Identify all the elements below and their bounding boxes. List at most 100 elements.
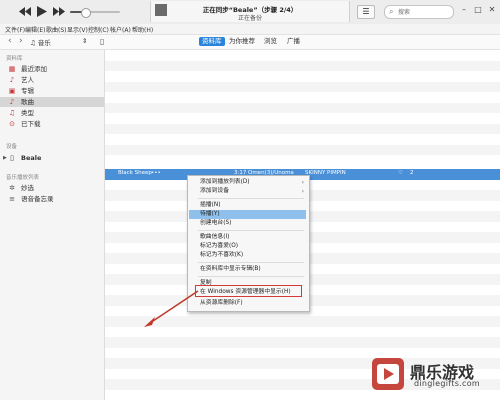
ctx-add-to-playlist[interactable]: 添加到播放列表(D) ›	[200, 178, 306, 187]
sidebar-item-label: 歌曲	[21, 98, 34, 106]
table-row[interactable]	[105, 81, 500, 92]
volume-knob[interactable]	[81, 8, 91, 18]
sidebar-item-device[interactable]: ▶ ▯ Beale	[0, 153, 104, 163]
sidebar-devices-header: 设备	[6, 144, 18, 150]
iphone-icon: ▯	[10, 154, 14, 162]
ctx-create-station[interactable]: 创建电台(S)	[200, 219, 306, 228]
list-view-button[interactable]: ☰	[357, 5, 375, 19]
minimize-icon[interactable]: –	[458, 4, 470, 16]
back-icon[interactable]: ‹	[8, 36, 12, 46]
table-row[interactable]	[105, 337, 500, 348]
table-row[interactable]	[105, 155, 500, 166]
sidebar-item-label: 专辑	[21, 87, 34, 95]
ctx-add-to-device[interactable]: 添加到设备 ›	[200, 187, 306, 196]
menu-edit[interactable]: 编辑(E)	[25, 25, 45, 34]
maximize-icon[interactable]: □	[472, 4, 484, 16]
sidebar-item-recently-added[interactable]: ▦ 最近添加	[0, 64, 104, 74]
annotation-arrow	[144, 290, 199, 327]
watermark-url: dinglegifts.com	[414, 379, 481, 388]
sidebar-item-songs[interactable]: ♪ 歌曲	[0, 97, 104, 107]
download-icon: ⊙	[9, 120, 15, 128]
sidebar-item-downloaded[interactable]: ⊙ 已下载	[0, 119, 104, 129]
sidebar-item-genres[interactable]: ♫ 类型	[0, 108, 104, 118]
media-source-select[interactable]: ♫ 音乐 ⇕	[30, 37, 94, 47]
sidebar-item-label: 语音备忘录	[21, 195, 54, 203]
search-input[interactable]	[398, 7, 450, 17]
sidebar-library-header: 资料库	[6, 56, 23, 62]
sidebar-item-label: Beale	[21, 154, 42, 162]
fast-forward-icon[interactable]	[52, 4, 66, 18]
disclosure-triangle-icon[interactable]: ▶	[3, 153, 7, 163]
ctx-show-album[interactable]: 在资料库中显示专辑(B)	[200, 265, 306, 274]
close-icon[interactable]: ✕	[486, 4, 498, 16]
device-icon[interactable]: ▯	[100, 37, 104, 46]
search-icon: ⌕	[389, 7, 394, 16]
play-icon[interactable]	[35, 4, 49, 18]
menu-help[interactable]: 帮助(H)	[132, 25, 153, 34]
volume-slider[interactable]	[70, 8, 120, 18]
sidebar-item-label: 类型	[21, 109, 34, 117]
menu-view[interactable]: 显示(V)	[67, 25, 88, 34]
recently-added-icon: ▦	[8, 65, 16, 73]
more-options-button[interactable]: •••	[151, 170, 161, 176]
ctx-item-label: 添加到设备	[200, 188, 229, 194]
menu-file[interactable]: 文件(F)	[5, 25, 25, 34]
tab-library[interactable]: 资料库	[199, 37, 225, 46]
ctx-love[interactable]: 标记为喜爱(O)	[200, 242, 306, 251]
artist-icon: ♪	[9, 76, 15, 84]
table-row[interactable]	[105, 134, 500, 145]
menu-divider	[198, 230, 304, 231]
menu-divider	[198, 198, 304, 199]
tab-radio[interactable]: 广播	[284, 37, 303, 46]
genius-icon: ✲	[9, 184, 15, 192]
ctx-item-label: 添加到播放列表(D)	[200, 179, 250, 185]
status-display: 正在同步“Beale”（步骤 2/4） 正在备份	[150, 1, 350, 22]
menu-bar: 文件(F) 编辑(E) 歌曲(S) 显示(V) 控制(C) 帐户(A) 帮助(H…	[0, 24, 500, 35]
table-row[interactable]	[105, 60, 500, 71]
album-icon: ▣	[8, 87, 16, 95]
table-row[interactable]	[105, 113, 500, 124]
menu-account[interactable]: 帐户(A)	[110, 25, 131, 34]
song-note-icon: ♪	[9, 98, 15, 106]
heart-icon[interactable]: ♡	[398, 170, 403, 176]
forward-icon[interactable]: ›	[19, 36, 23, 46]
sidebar-item-genius[interactable]: ✲ 妙选	[0, 183, 104, 193]
chevron-right-icon: ›	[301, 179, 304, 186]
search-box[interactable]: ⌕	[384, 5, 454, 19]
ctx-play-later[interactable]: 待播(Y)	[189, 210, 306, 219]
menu-divider	[198, 276, 304, 277]
table-row[interactable]	[105, 123, 500, 134]
table-row[interactable]	[105, 92, 500, 103]
ctx-delete-from-library[interactable]: 从资源库删除(F)	[200, 299, 306, 308]
chevron-right-icon: ›	[301, 188, 304, 195]
watermark: 鼎乐游戏 dinglegifts.com	[366, 350, 500, 398]
ctx-play-next[interactable]: 插播(N)	[200, 201, 306, 210]
rewind-icon[interactable]	[18, 4, 32, 18]
tab-browse[interactable]: 浏览	[261, 37, 280, 46]
song-title: Black Sheep	[118, 170, 152, 176]
ctx-dislike[interactable]: 标记为不喜欢(K)	[200, 251, 306, 260]
ctx-song-info[interactable]: 歌曲信息(I)	[200, 233, 306, 242]
sidebar-item-label: 最近添加	[21, 65, 47, 73]
sidebar-item-albums[interactable]: ▣ 专辑	[0, 86, 104, 96]
voice-memo-icon: ≡	[9, 195, 15, 203]
media-source-label: 音乐	[37, 39, 51, 47]
table-row[interactable]	[105, 102, 500, 113]
sidebar-item-artists[interactable]: ♪ 艺人	[0, 75, 104, 85]
menu-song[interactable]: 歌曲(S)	[46, 25, 67, 34]
genre-icon: ♫	[8, 109, 16, 117]
table-row[interactable]	[105, 50, 500, 61]
table-row[interactable]	[105, 71, 500, 82]
table-row[interactable]	[105, 144, 500, 155]
chevron-updown-icon: ⇕	[82, 37, 88, 45]
sidebar-item-label: 艺人	[21, 76, 34, 84]
sidebar-item-voice-memos[interactable]: ≡ 语音备忘录	[0, 194, 104, 204]
watermark-logo	[372, 358, 404, 390]
menu-divider	[198, 262, 304, 263]
menu-controls[interactable]: 控制(C)	[88, 25, 109, 34]
sync-status-subtitle: 正在备份	[237, 15, 262, 22]
tab-for-you[interactable]: 为你推荐	[226, 37, 258, 46]
annotation-highlight-box	[195, 285, 302, 297]
song-plays: 2	[410, 170, 414, 176]
sidebar-item-label: 已下载	[21, 120, 41, 128]
